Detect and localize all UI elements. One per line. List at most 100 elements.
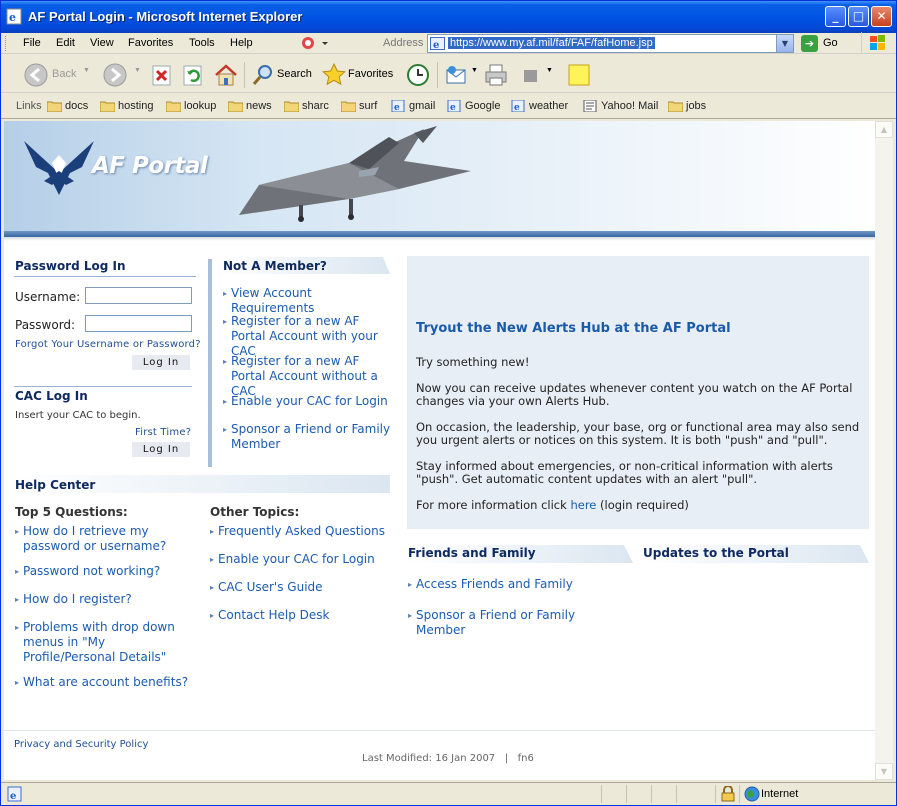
link-faq[interactable]: ▸ Frequently Asked Questions [210, 524, 398, 539]
menu-view[interactable]: View [90, 37, 114, 49]
faq-dropdown-problems[interactable]: ▸ Problems with drop down menus in "My Pr… [15, 620, 198, 665]
search-label[interactable]: Search [277, 68, 312, 80]
link-text: Register for a new AF Portal Account wit… [231, 314, 378, 358]
link-label: lookup [184, 100, 217, 112]
link-surf[interactable]: surf [341, 97, 386, 115]
window-title: AF Portal Login - Microsoft Internet Exp… [28, 9, 303, 24]
link-sharc[interactable]: sharc [284, 97, 336, 115]
link-yahoo-mail[interactable]: Yahoo! Mail [583, 97, 659, 115]
edit-dropdown-icon[interactable]: ▼ [546, 67, 553, 74]
promo-p5-suffix: (login required) [596, 498, 689, 512]
minimize-button[interactable]: _ [825, 6, 846, 27]
address-bar[interactable]: e https://www.my.af.mil/faf/FAF/fafHome.… [427, 34, 794, 53]
link-access-friends[interactable]: ▸ Access Friends and Family [408, 577, 626, 592]
back-dropdown-icon[interactable]: ▼ [83, 67, 90, 74]
link-register-with-cac[interactable]: ▸ Register for a new AF Portal Account wi… [223, 314, 391, 359]
go-button[interactable]: ➔ Go [800, 34, 850, 53]
link-google[interactable]: e Google [447, 97, 503, 115]
note-icon[interactable] [566, 62, 592, 88]
messenger-icon[interactable] [300, 35, 330, 51]
toolbar-grip[interactable] [5, 36, 8, 51]
faq-account-benefits[interactable]: ▸ What are account benefits? [15, 675, 203, 690]
link-docs[interactable]: docs [47, 97, 95, 115]
ie-page-icon: e [6, 8, 22, 25]
favorites-label[interactable]: Favorites [348, 68, 393, 80]
favorites-star-icon[interactable] [321, 62, 347, 88]
link-cac-guide[interactable]: ▸ CAC User's Guide [210, 580, 398, 595]
svg-text:e: e [450, 103, 456, 112]
page-viewport[interactable]: AF Portal Password Log In Username: Pass… [4, 121, 875, 780]
status-cell [676, 785, 677, 803]
faq-password-not-working[interactable]: ▸ Password not working? [15, 564, 203, 579]
faq-retrieve-password[interactable]: ▸ How do I retrieve my password or userna… [15, 524, 203, 554]
print-icon[interactable] [483, 62, 509, 88]
forward-arrow-icon[interactable] [102, 62, 128, 88]
username-input[interactable] [85, 287, 192, 304]
scroll-down-icon[interactable]: ▼ [875, 763, 893, 780]
edit-icon[interactable] [521, 62, 541, 88]
link-text: Sponsor a Friend or Family Member [231, 422, 391, 451]
link-text: CAC User's Guide [218, 580, 323, 594]
cac-login-button[interactable]: Log In [132, 442, 190, 457]
stop-icon[interactable] [151, 62, 173, 88]
scroll-up-icon[interactable]: ▲ [875, 121, 893, 138]
link-jobs[interactable]: jobs [668, 97, 712, 115]
vertical-scrollbar[interactable]: ▲ ▼ [875, 121, 893, 780]
refresh-icon[interactable] [182, 62, 204, 88]
promo-p1: Try something new! [416, 355, 530, 369]
mail-dropdown-icon[interactable]: ▼ [471, 67, 478, 74]
maximize-button[interactable]: □ [848, 6, 869, 27]
address-dropdown-icon[interactable]: ▼ [776, 35, 793, 52]
link-text: How do I retrieve my password or usernam… [23, 524, 167, 553]
link-sponsor-friend-2[interactable]: ▸ Sponsor a Friend or Family Member [408, 608, 626, 638]
windows-logo-icon [861, 32, 895, 54]
history-icon[interactable] [405, 62, 431, 88]
link-contact-help-desk[interactable]: ▸ Contact Help Desk [210, 608, 398, 623]
password-input[interactable] [85, 315, 192, 332]
back-arrow-icon[interactable] [23, 62, 49, 88]
svg-text:e: e [9, 11, 16, 24]
link-enable-cac-help[interactable]: ▸ Enable your CAC for Login [210, 552, 398, 567]
link-weather[interactable]: e weather [511, 97, 573, 115]
link-news[interactable]: news [228, 97, 278, 115]
member-sidebar-accent [208, 259, 212, 467]
link-gmail[interactable]: e gmail [391, 97, 441, 115]
menu-edit[interactable]: Edit [56, 37, 75, 49]
promo-here-link[interactable]: here [570, 498, 596, 512]
links-title: Links [16, 100, 42, 112]
first-time-link[interactable]: First Time? [135, 427, 191, 438]
forgot-credentials-link[interactable]: Forgot Your Username or Password? [15, 339, 201, 350]
arrow-icon: ▸ [15, 595, 20, 604]
arrow-icon: ▸ [210, 555, 215, 564]
arrow-icon: ▸ [408, 611, 413, 620]
faq-how-register[interactable]: ▸ How do I register? [15, 592, 203, 607]
mail-icon[interactable] [444, 62, 470, 88]
menu-file[interactable]: File [23, 37, 41, 49]
address-url[interactable]: https://www.my.af.mil/faf/FAF/fafHome.js… [448, 37, 655, 49]
link-hosting[interactable]: hosting [100, 97, 160, 115]
link-lookup[interactable]: lookup [166, 97, 222, 115]
link-label: surf [359, 100, 378, 112]
privacy-policy-link[interactable]: Privacy and Security Policy [14, 739, 148, 750]
search-icon[interactable] [250, 62, 276, 88]
menu-help[interactable]: Help [230, 37, 253, 49]
portal-brand: AF Portal [92, 153, 208, 179]
link-enable-cac[interactable]: ▸ Enable your CAC for Login [223, 394, 391, 409]
forward-dropdown-icon[interactable]: ▼ [134, 67, 141, 74]
help-center-title: Help Center [15, 478, 96, 492]
folder-icon [284, 101, 299, 112]
link-view-account-requirements[interactable]: ▸ View Account Requirements [223, 286, 391, 316]
back-label[interactable]: Back [52, 68, 76, 80]
standard-toolbar: Back ▼ ▼ Search Favorites ▼ ▼ [1, 55, 896, 93]
menu-tools[interactable]: Tools [189, 37, 215, 49]
arrow-icon: ▸ [15, 623, 20, 632]
password-login-button[interactable]: Log In [132, 355, 190, 370]
link-register-without-cac[interactable]: ▸ Register for a new AF Portal Account wi… [223, 354, 391, 399]
home-icon[interactable] [213, 62, 239, 88]
cac-login-title: CAC Log In [15, 389, 88, 403]
close-button[interactable]: ✕ [871, 6, 892, 27]
menu-favorites[interactable]: Favorites [128, 37, 173, 49]
promo-p5-prefix: For more information click [416, 498, 571, 512]
link-sponsor-friend[interactable]: ▸ Sponsor a Friend or Family Member [223, 422, 391, 452]
title-bar[interactable]: e AF Portal Login - Microsoft Internet E… [1, 1, 896, 33]
